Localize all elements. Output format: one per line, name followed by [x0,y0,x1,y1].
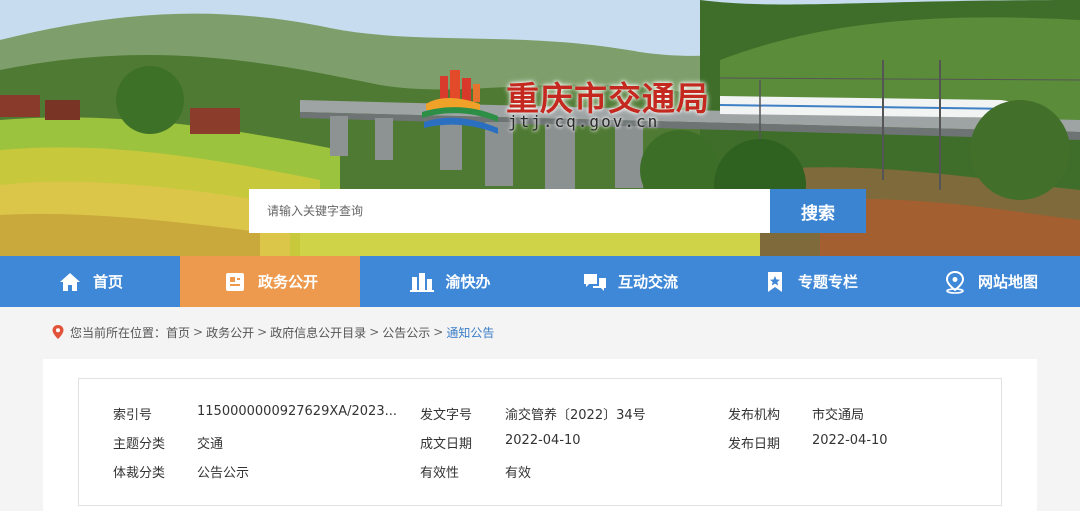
publisher-label: 发布机构 [728,408,781,423]
breadcrumb-item-current[interactable]: 通知公告 [446,324,494,341]
created-date-label: 成文日期 [420,437,473,452]
breadcrumb-prefix: 您当前所在位置： [70,325,167,340]
breadcrumb-separator: > [369,325,380,339]
document-icon [222,270,248,294]
genre-value: 公告公示 [197,466,250,481]
breadcrumb: 您当前所在位置： 首页 > 政务公开 > 政府信息公开目录 > 公告公示 > 通… [52,322,494,342]
breadcrumb-separator: > [433,325,444,339]
created-date-value: 2022-04-10 [505,433,581,448]
index-value: 1150000000927629XA/2023... [197,404,397,419]
nav-item-label: 政务公开 [257,273,318,291]
breadcrumb-item-announcements[interactable]: 公告公示 [382,324,430,341]
doc-number-value: 渝交管养〔2022〕34号 [505,408,646,423]
main-nav: 首页 政务公开 渝快办 互动交流 专题专栏 网站地图 [0,256,1080,307]
nav-item-label: 首页 [92,273,123,291]
genre-label: 体裁分类 [113,466,166,481]
validity-value: 有效 [505,466,532,481]
location-pin-icon [52,325,64,339]
published-date-value: 2022-04-10 [812,433,888,448]
nav-item-label: 互动交流 [617,273,678,291]
search-input[interactable] [249,189,770,233]
nav-item-gov-affairs[interactable]: 政务公开 [180,256,360,307]
validity-label: 有效性 [420,466,460,481]
breadcrumb-item-home[interactable]: 首页 [166,324,190,341]
document-info-card: 索引号 1150000000927629XA/2023... 发文字号 渝交管养… [43,359,1037,511]
nav-item-interaction[interactable]: 互动交流 [540,256,720,307]
site-logo[interactable]: 重庆市交通局 jtj.cq.gov.cn [418,66,718,138]
breadcrumb-item-gov-affairs[interactable]: 政务公开 [206,324,254,341]
header-banner: 重庆市交通局 jtj.cq.gov.cn 搜索 [0,0,1080,256]
topic-label: 主题分类 [113,437,166,452]
doc-number-label: 发文字号 [420,408,473,423]
logo-emblem-icon [422,70,498,134]
index-label: 索引号 [113,408,153,423]
nav-item-yukuaiban[interactable]: 渝快办 [360,256,540,307]
chat-icon [582,270,608,294]
building-icon [409,270,435,294]
publisher-value: 市交通局 [812,408,865,423]
breadcrumb-separator: > [257,325,268,339]
nav-item-label: 渝快办 [445,273,491,291]
nav-item-sitemap[interactable]: 网站地图 [900,256,1080,307]
breadcrumb-separator: > [193,325,204,339]
document-meta-table: 索引号 1150000000927629XA/2023... 发文字号 渝交管养… [78,378,1002,506]
nav-item-label: 网站地图 [977,273,1038,291]
nav-item-label: 专题专栏 [797,273,858,291]
map-pin-icon [942,270,968,294]
search-button[interactable]: 搜索 [770,189,866,233]
site-domain: jtj.cq.gov.cn [508,112,660,131]
home-icon [57,270,83,294]
breadcrumb-item-catalog[interactable]: 政府信息公开目录 [270,324,366,341]
search-bar: 搜索 [249,189,866,233]
published-date-label: 发布日期 [728,437,781,452]
bookmark-star-icon [762,270,788,294]
topic-value: 交通 [197,437,224,452]
nav-item-special-topics[interactable]: 专题专栏 [720,256,900,307]
nav-item-home[interactable]: 首页 [0,256,180,307]
